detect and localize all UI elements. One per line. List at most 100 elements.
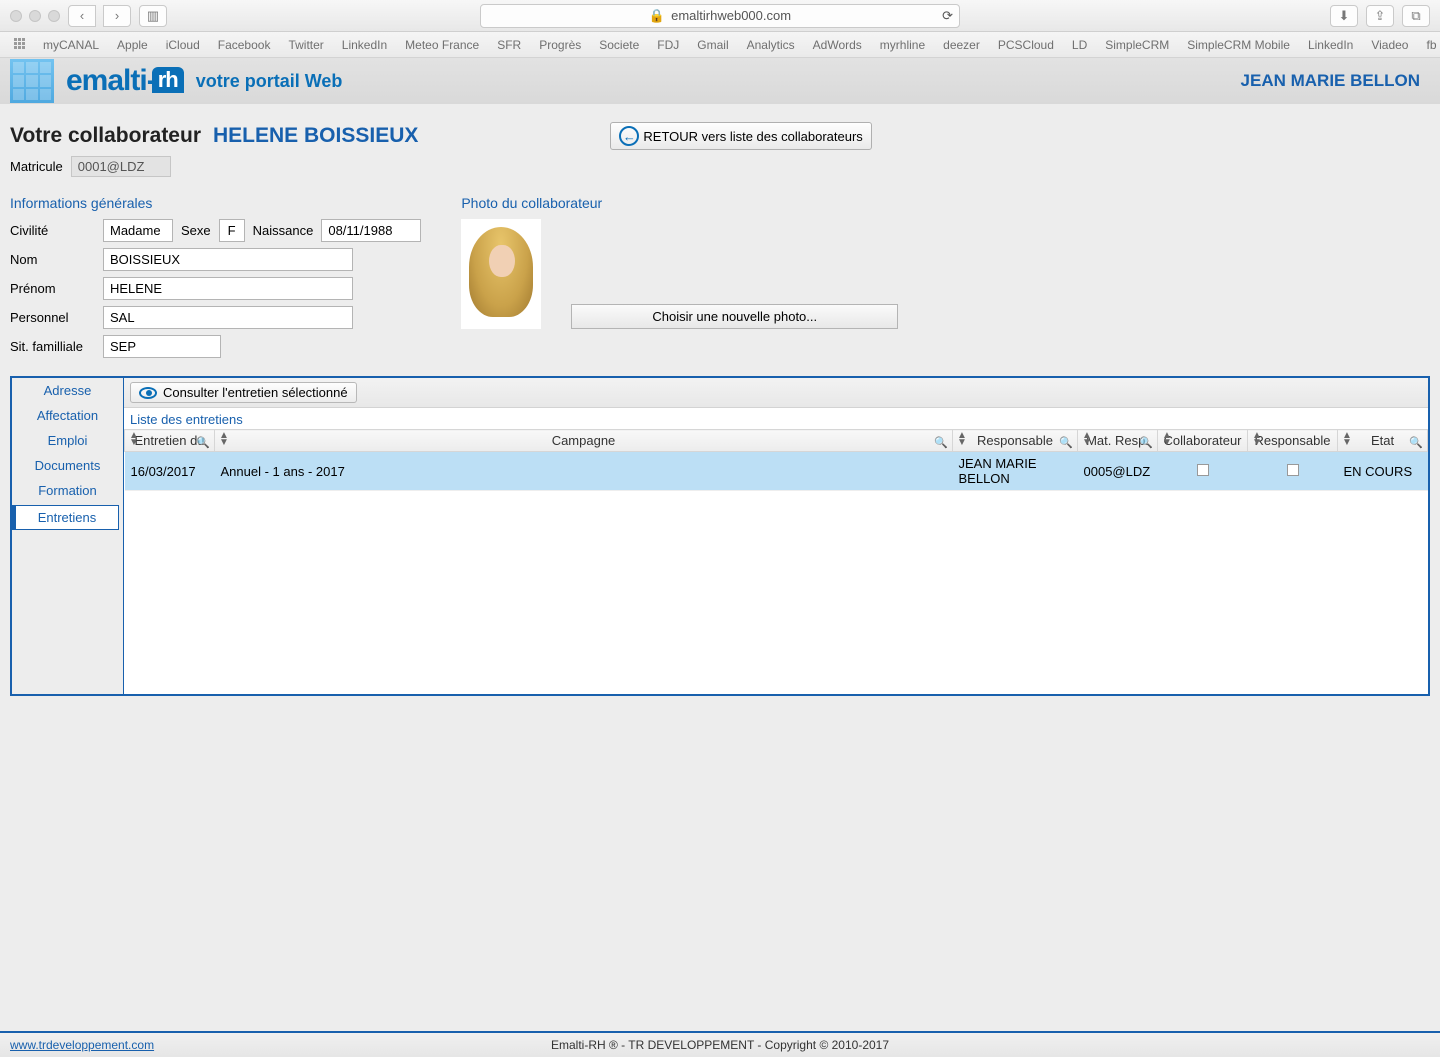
bookmark-item[interactable]: Analytics bbox=[747, 38, 795, 52]
arrow-left-icon: ← bbox=[619, 126, 639, 146]
lock-icon: 🔒 bbox=[649, 8, 665, 24]
bookmark-item[interactable]: Viadeo bbox=[1371, 38, 1408, 52]
tab-formation[interactable]: Formation bbox=[12, 479, 123, 502]
footer-bar: www.trdeveloppement.com Emalti-RH ® - TR… bbox=[0, 1031, 1440, 1057]
reload-icon[interactable]: ⟳ bbox=[942, 8, 953, 24]
footer-link[interactable]: www.trdeveloppement.com bbox=[10, 1038, 154, 1052]
bookmark-item[interactable]: deezer bbox=[943, 38, 980, 52]
search-icon: 🔍 bbox=[1139, 436, 1153, 449]
cell-campagne: Annuel - 1 ans - 2017 bbox=[215, 452, 953, 491]
prenom-field[interactable] bbox=[103, 277, 353, 300]
checkbox-icon[interactable] bbox=[1197, 464, 1209, 476]
close-window-icon[interactable] bbox=[10, 10, 22, 22]
minimize-window-icon[interactable] bbox=[29, 10, 41, 22]
sitfam-field[interactable] bbox=[103, 335, 221, 358]
detail-panel: Adresse Affectation Emploi Documents For… bbox=[10, 376, 1430, 696]
tab-entretiens[interactable]: Entretiens bbox=[12, 505, 119, 530]
bookmark-item[interactable]: SimpleCRM Mobile bbox=[1187, 38, 1290, 52]
tabs-button[interactable]: ⧉ bbox=[1402, 5, 1430, 27]
tab-affectation[interactable]: Affectation bbox=[12, 404, 123, 427]
col-resp2[interactable]: ▲▼Responsable bbox=[1248, 430, 1338, 452]
col-responsable[interactable]: ▲▼Responsable🔍 bbox=[953, 430, 1078, 452]
bookmark-item[interactable]: LinkedIn bbox=[1308, 38, 1353, 52]
bookmark-item[interactable]: AdWords bbox=[813, 38, 862, 52]
bookmark-item[interactable]: Gmail bbox=[697, 38, 728, 52]
tab-adresse[interactable]: Adresse bbox=[12, 379, 123, 402]
url-text: emaltirhweb000.com bbox=[671, 8, 791, 23]
bookmark-item[interactable]: Facebook bbox=[218, 38, 271, 52]
nom-label: Nom bbox=[10, 252, 95, 267]
address-bar[interactable]: 🔒 emaltirhweb000.com ⟳ bbox=[480, 4, 960, 28]
page-title: Votre collaborateur bbox=[10, 124, 201, 148]
sexe-label: Sexe bbox=[181, 223, 211, 238]
bookmark-item[interactable]: Societe bbox=[599, 38, 639, 52]
interviews-list-title: Liste des entretiens bbox=[124, 408, 1428, 429]
cell-matresp: 0005@LDZ bbox=[1078, 452, 1158, 491]
bookmark-item[interactable]: fb bbox=[1426, 38, 1436, 52]
cell-responsable: JEAN MARIE BELLON bbox=[953, 452, 1078, 491]
favorites-grid-icon[interactable] bbox=[14, 38, 25, 52]
bookmark-item[interactable]: SimpleCRM bbox=[1105, 38, 1169, 52]
choose-photo-button[interactable]: Choisir une nouvelle photo... bbox=[571, 304, 898, 329]
bookmark-item[interactable]: Twitter bbox=[288, 38, 323, 52]
bookmark-item[interactable]: myCANAL bbox=[43, 38, 99, 52]
bookmark-item[interactable]: FDJ bbox=[657, 38, 679, 52]
personnel-field[interactable] bbox=[103, 306, 353, 329]
col-campagne[interactable]: ▲▼Campagne🔍 bbox=[215, 430, 953, 452]
civilite-field[interactable] bbox=[103, 219, 173, 242]
app-header: emalti-rh votre portail Web JEAN MARIE B… bbox=[0, 58, 1440, 104]
bookmark-item[interactable]: Meteo France bbox=[405, 38, 479, 52]
civilite-label: Civilité bbox=[10, 223, 95, 238]
naissance-field[interactable] bbox=[321, 219, 421, 242]
bookmark-item[interactable]: SFR bbox=[497, 38, 521, 52]
tab-emploi[interactable]: Emploi bbox=[12, 429, 123, 452]
sidebar-toggle-button[interactable]: ▥ bbox=[139, 5, 167, 27]
matricule-label: Matricule bbox=[10, 159, 63, 174]
forward-button[interactable]: › bbox=[103, 5, 131, 27]
col-etat[interactable]: ▲▼Etat🔍 bbox=[1338, 430, 1428, 452]
cell-collab-check bbox=[1158, 452, 1248, 491]
bookmark-item[interactable]: Progrès bbox=[539, 38, 581, 52]
bookmark-item[interactable]: LD bbox=[1072, 38, 1087, 52]
sexe-field[interactable] bbox=[219, 219, 245, 242]
nom-field[interactable] bbox=[103, 248, 353, 271]
back-button-label: RETOUR vers liste des collaborateurs bbox=[643, 129, 862, 144]
bookmark-item[interactable]: iCloud bbox=[166, 38, 200, 52]
bookmark-item[interactable]: PCSCloud bbox=[998, 38, 1054, 52]
search-icon: 🔍 bbox=[196, 436, 210, 449]
search-icon: 🔍 bbox=[1409, 436, 1423, 449]
bookmark-item[interactable]: LinkedIn bbox=[342, 38, 387, 52]
col-collab[interactable]: ▲▼Collaborateur bbox=[1158, 430, 1248, 452]
cell-resp-check bbox=[1248, 452, 1338, 491]
info-section-title: Informations générales bbox=[10, 195, 421, 211]
tabs-column: Adresse Affectation Emploi Documents For… bbox=[12, 378, 124, 694]
bookmark-item[interactable]: myrhline bbox=[880, 38, 925, 52]
col-matresp[interactable]: ▲▼Mat. Resp.🔍 bbox=[1078, 430, 1158, 452]
downloads-button[interactable]: ⬇ bbox=[1330, 5, 1358, 27]
table-row[interactable]: 16/03/2017 Annuel - 1 ans - 2017 JEAN MA… bbox=[125, 452, 1428, 491]
app-tagline: votre portail Web bbox=[196, 71, 343, 92]
checkbox-icon[interactable] bbox=[1287, 464, 1299, 476]
search-icon: 🔍 bbox=[1059, 436, 1073, 449]
brand-logo: emalti-rh bbox=[66, 64, 184, 98]
prenom-label: Prénom bbox=[10, 281, 95, 296]
logo-icon bbox=[10, 59, 54, 103]
bookmark-item[interactable]: Apple bbox=[117, 38, 148, 52]
cell-date: 16/03/2017 bbox=[125, 452, 215, 491]
footer-copyright: Emalti-RH ® - TR DEVELOPPEMENT - Copyrig… bbox=[551, 1038, 889, 1052]
panel-toolbar: Consulter l'entretien sélectionné bbox=[124, 378, 1428, 408]
interviews-table: ▲▼Entretien du🔍 ▲▼Campagne🔍 ▲▼Responsabl… bbox=[124, 429, 1428, 491]
personnel-label: Personnel bbox=[10, 310, 95, 325]
zoom-window-icon[interactable] bbox=[48, 10, 60, 22]
tab-documents[interactable]: Documents bbox=[12, 454, 123, 477]
back-button[interactable]: ‹ bbox=[68, 5, 96, 27]
bookmarks-bar: myCANAL Apple iCloud Facebook Twitter Li… bbox=[0, 32, 1440, 58]
consult-label: Consulter l'entretien sélectionné bbox=[163, 385, 348, 400]
col-date[interactable]: ▲▼Entretien du🔍 bbox=[125, 430, 215, 452]
collaborator-photo bbox=[461, 219, 541, 329]
window-controls bbox=[10, 10, 60, 22]
back-to-list-button[interactable]: ← RETOUR vers liste des collaborateurs bbox=[610, 122, 871, 150]
consult-interview-button[interactable]: Consulter l'entretien sélectionné bbox=[130, 382, 357, 403]
share-button[interactable]: ⇪ bbox=[1366, 5, 1394, 27]
browser-toolbar: ‹ › ▥ 🔒 emaltirhweb000.com ⟳ ⬇ ⇪ ⧉ bbox=[0, 0, 1440, 32]
